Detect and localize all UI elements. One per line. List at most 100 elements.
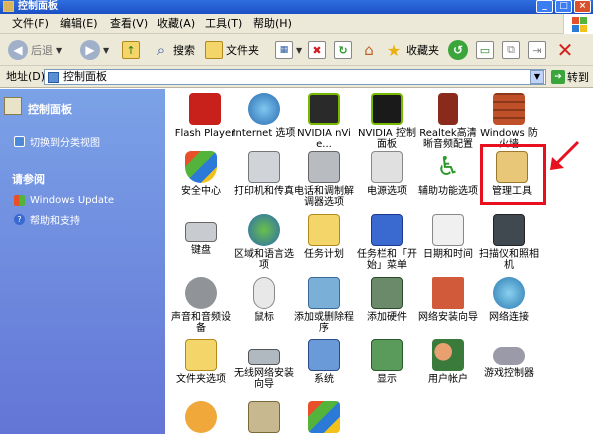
window-button[interactable]: ▭ [476, 38, 494, 62]
item-scanners-cameras[interactable]: 扫描仪和照相机 [477, 214, 541, 271]
switch-category-view-link[interactable]: 切换到分类视图 [14, 134, 100, 149]
menu-help[interactable]: 帮助(H) [253, 14, 292, 34]
item-accessibility[interactable]: ♿ 辅助功能选项 [416, 151, 480, 197]
item-game-controllers[interactable]: 游戏控制器 [477, 339, 541, 379]
item-display[interactable]: 显示 [355, 339, 419, 385]
close-button[interactable]: × [574, 0, 591, 13]
accessibility-icon: ♿ [436, 152, 460, 182]
item-partial-3[interactable] [292, 401, 356, 433]
item-user-accounts[interactable]: 用户帐户 [416, 339, 480, 385]
up-folder-button[interactable]: ↑ [122, 38, 140, 62]
switch-view-icon [14, 136, 25, 147]
menu-view[interactable]: 查看(V) [110, 14, 148, 34]
speaker-icon [438, 93, 458, 125]
item-network-setup-wizard[interactable]: 网络安装向导 [416, 277, 480, 323]
views-button[interactable]: ▦ ▼ [275, 38, 302, 62]
item-system[interactable]: 系统 [292, 339, 356, 385]
item-realtek-audio[interactable]: Realtek高清晰音频配置 [416, 93, 480, 150]
item-scheduled-tasks[interactable]: 任务计划 [292, 214, 356, 260]
delete-icon: ✖ [308, 41, 326, 59]
menu-file[interactable]: 文件(F) [12, 14, 49, 34]
item-flash-player[interactable]: Flash Player [173, 93, 237, 139]
item-label: 添加硬件 [367, 312, 407, 323]
item-label: Realtek高清晰音频配置 [419, 128, 477, 150]
delete-button[interactable]: ✖ [308, 38, 326, 62]
computer-icon [308, 339, 340, 371]
chevron-down-icon: ▼ [56, 45, 63, 55]
fonts-icon [185, 401, 217, 433]
item-label: 电话和调制解调器选项 [294, 186, 354, 208]
item-label: 网络连接 [489, 312, 529, 323]
home-button[interactable]: ⌂ [360, 38, 378, 62]
forward-button[interactable]: ▶ ▼ [80, 38, 109, 62]
item-printers-faxes[interactable]: 打印机和传真 [232, 151, 296, 197]
item-regional-language[interactable]: 区域和语言选项 [232, 214, 296, 271]
windows-update-label: Windows Update [30, 195, 115, 206]
item-partial-1[interactable] [169, 401, 233, 433]
item-power-options[interactable]: 电源选项 [355, 151, 419, 197]
refresh-icon: ↻ [334, 41, 352, 59]
move-button[interactable]: ⇥ [528, 38, 546, 62]
nvidia-icon [371, 93, 403, 125]
address-dropdown-button[interactable]: ▼ [530, 70, 544, 84]
item-label: 安全中心 [181, 186, 221, 197]
refresh-button[interactable]: ↻ [334, 38, 352, 62]
history-icon: ↺ [448, 40, 468, 60]
windows-update-link[interactable]: Windows Update [14, 195, 114, 206]
item-partial-2[interactable] [232, 401, 296, 433]
sidebar: 控制面板 切换到分类视图 请参阅 Windows Update ? 帮助和支持 [0, 89, 165, 434]
item-taskbar-start-menu[interactable]: 任务栏和「开始」菜单 [355, 214, 419, 271]
wireless-icon [248, 349, 280, 365]
item-nvidia-nview[interactable]: NVIDIA nVie... [292, 93, 356, 150]
item-wireless-network-wizard[interactable]: 无线网络安装向导 [232, 339, 296, 390]
go-label: 转到 [567, 71, 589, 84]
item-add-hardware[interactable]: 添加硬件 [355, 277, 419, 323]
item-phone-modem[interactable]: 电话和调制解调器选项 [292, 151, 356, 208]
item-label: 文件夹选项 [176, 374, 226, 385]
item-sounds-audio[interactable]: 声音和音频设备 [169, 277, 233, 334]
shield-icon [185, 151, 217, 183]
help-icon: ? [14, 214, 25, 225]
menu-tools[interactable]: 工具(T) [205, 14, 242, 34]
menu-favorites[interactable]: 收藏(A) [157, 14, 195, 34]
back-button[interactable]: ◀ 后退 ▼ [8, 38, 62, 62]
chevron-down-icon: ▼ [296, 45, 303, 55]
item-internet-options[interactable]: Internet 选项 [232, 93, 296, 139]
up-folder-icon: ↑ [122, 41, 140, 59]
search-button[interactable]: ⌕ 搜索 [152, 38, 195, 62]
control-panel-icon [4, 97, 22, 115]
toolbar: ◀ 后退 ▼ ▶ ▼ ↑ ⌕ 搜索 文件夹 ▦ ▼ ✖ ↻ ⌂ ★ 收藏(A) … [0, 34, 593, 66]
window-title: 控制面板 [18, 1, 58, 12]
cancel-button[interactable]: ✕ [556, 38, 574, 62]
item-network-connections[interactable]: 网络连接 [477, 277, 541, 323]
item-security-center[interactable]: 安全中心 [169, 151, 233, 197]
item-windows-firewall[interactable]: Windows 防火墙 [477, 93, 541, 150]
folders-label: 文件夹 [226, 44, 259, 57]
copy-button[interactable]: ⧉ [502, 38, 520, 62]
go-button[interactable]: ➔ 转到 [551, 69, 589, 85]
search-icon: ⌕ [156, 41, 166, 59]
item-folder-options[interactable]: 文件夹选项 [169, 339, 233, 385]
windows-update-icon [14, 195, 25, 206]
keyboard-icon [185, 222, 217, 242]
item-keyboard[interactable]: 键盘 [169, 214, 233, 256]
item-label: 用户帐户 [428, 374, 468, 385]
views-icon: ▦ [275, 41, 293, 59]
help-support-link[interactable]: ? 帮助和支持 [14, 212, 80, 227]
history-button[interactable]: ↺ [448, 38, 468, 62]
item-mouse[interactable]: 鼠标 [232, 277, 296, 323]
maximize-button[interactable]: □ [555, 0, 572, 13]
address-input[interactable]: 控制面板 [44, 69, 546, 85]
search-label: 搜索 [173, 44, 195, 57]
see-also-title: 请参阅 [12, 173, 45, 186]
go-arrow-icon: ➔ [551, 70, 565, 84]
item-label: 打印机和传真 [234, 186, 294, 197]
minimize-button[interactable]: _ [536, 0, 553, 13]
menu-edit[interactable]: 编辑(E) [60, 14, 98, 34]
folders-button[interactable]: 文件夹 [205, 38, 259, 62]
item-date-time[interactable]: 日期和时间 [416, 214, 480, 260]
item-add-remove-programs[interactable]: 添加或删除程序 [292, 277, 356, 334]
item-nvidia-control-panel[interactable]: NVIDIA 控制面板 [355, 93, 419, 150]
chevron-down-icon: ▼ [103, 45, 110, 55]
favorites-button[interactable]: ★ 收藏(A) 收藏夹 [385, 38, 439, 62]
